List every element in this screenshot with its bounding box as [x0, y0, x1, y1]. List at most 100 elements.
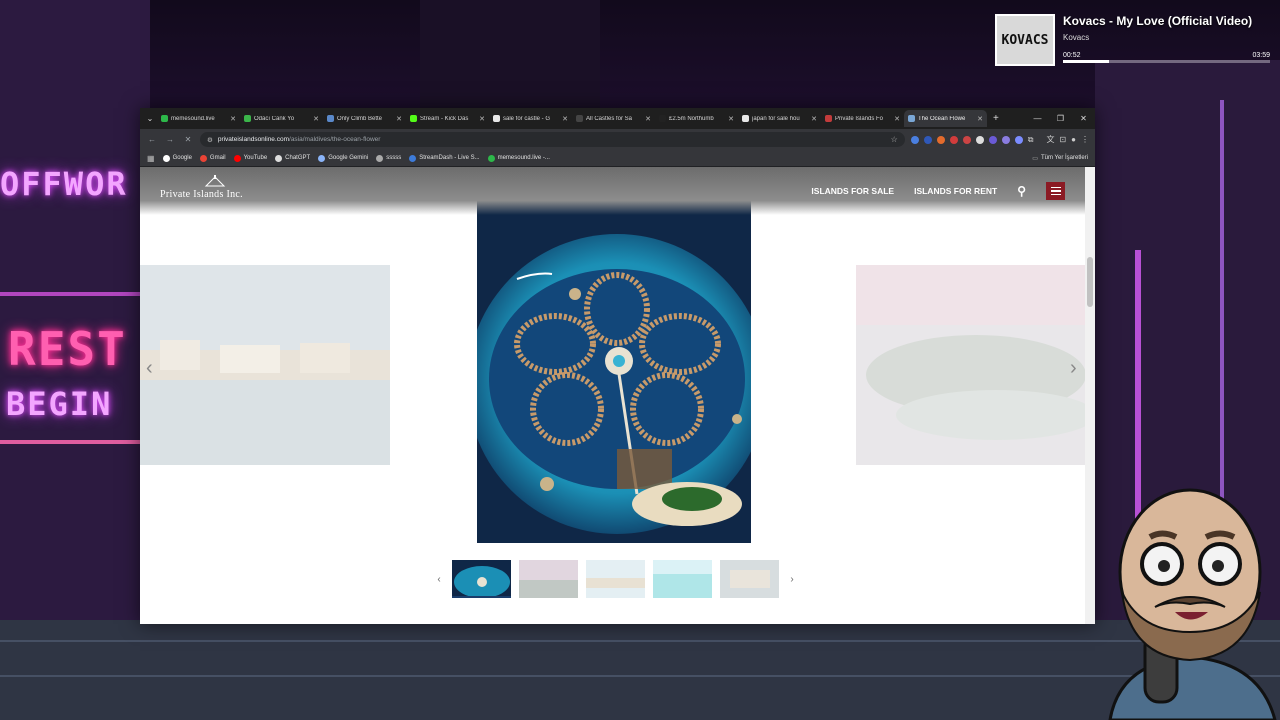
browser-tab[interactable]: sale for castle - G ✕ [489, 110, 572, 127]
logo-house-icon [204, 174, 226, 186]
extension-icon[interactable] [988, 135, 997, 144]
thumbnail-1[interactable] [452, 560, 511, 598]
tab-close-icon[interactable]: ✕ [230, 115, 236, 123]
tab-label: All Castles for Sa [586, 115, 633, 122]
thumbnail-prev-arrow[interactable]: ‹ [434, 574, 444, 585]
more-menu-icon[interactable]: ⋮ [1081, 135, 1089, 144]
site-info-icon[interactable]: ⚙ [207, 136, 213, 144]
extension-icon[interactable] [975, 135, 984, 144]
thumbnail-image [653, 560, 712, 598]
extension-icon[interactable] [936, 135, 945, 144]
address-bar[interactable]: ⚙ privateislandsonline.com/asia/maldives… [200, 132, 905, 147]
folder-icon: ▭ [1032, 155, 1038, 162]
restore-icon[interactable]: ❐ [1049, 114, 1072, 123]
search-icon[interactable]: ⚲ [1017, 184, 1026, 198]
tab-favicon-icon [659, 115, 666, 122]
profile-icon[interactable]: ● [1071, 135, 1076, 144]
scrollbar-thumb[interactable] [1087, 257, 1093, 307]
extension-icon[interactable] [1014, 135, 1023, 144]
bookmark-item[interactable]: Google [162, 154, 192, 162]
extension-icon[interactable] [962, 135, 971, 144]
extensions-area: ⧉ 文 ⊡ ● ⋮ [910, 134, 1089, 145]
gallery-slide-previous[interactable] [140, 265, 390, 465]
browser-tab[interactable]: Private Islands Fo ✕ [821, 110, 904, 127]
gallery-next-arrow[interactable]: › [1070, 357, 1077, 380]
song-progress-bar [1063, 60, 1270, 63]
new-tab-button[interactable]: + [987, 113, 1005, 124]
tab-close-icon[interactable]: ✕ [728, 115, 734, 123]
minimize-icon[interactable]: — [1026, 114, 1049, 123]
browser-tab[interactable]: £2.5m Northumb ✕ [655, 110, 738, 127]
bookmark-item[interactable]: sssss [376, 154, 401, 162]
back-icon[interactable]: ← [146, 135, 158, 144]
tab-search-button[interactable]: ⌄ [143, 112, 157, 126]
thumbnail-5[interactable] [720, 560, 779, 598]
now-playing-widget: KOVACS Kovacs - My Love (Official Video)… [995, 14, 1270, 72]
all-bookmarks-folder[interactable]: ▭ Tüm Yer İşaretleri [1032, 155, 1088, 162]
album-art: KOVACS [995, 14, 1055, 66]
close-window-icon[interactable]: ✕ [1072, 114, 1095, 123]
browser-tab[interactable]: Stream - Kick Das ✕ [406, 110, 489, 127]
browser-tab[interactable]: The Ocean Flowe ✕ [904, 110, 987, 127]
translate-icon[interactable]: 文 [1046, 134, 1054, 145]
all-bookmarks-label: Tüm Yer İşaretleri [1040, 155, 1088, 161]
tab-close-icon[interactable]: ✕ [894, 115, 900, 123]
site-logo[interactable]: Private Islands Inc. [160, 174, 243, 200]
floor-line [0, 640, 1280, 642]
thumbnail-image [586, 560, 645, 598]
bookmark-star-icon[interactable]: ☆ [891, 135, 898, 144]
nav-islands-for-sale[interactable]: ISLANDS FOR SALE [811, 186, 894, 196]
tab-close-icon[interactable]: ✕ [479, 115, 485, 123]
gallery-slide-current[interactable] [477, 194, 751, 543]
forward-icon[interactable]: → [164, 135, 176, 144]
building-top [420, 0, 600, 108]
extension-icon[interactable] [923, 135, 932, 144]
bookmark-label: memesound.live -... [497, 155, 550, 161]
thumbnail-2[interactable] [519, 560, 578, 598]
tab-close-icon[interactable]: ✕ [811, 115, 817, 123]
bookmark-item[interactable]: Google Gemini [318, 154, 368, 162]
extension-icon[interactable] [910, 135, 919, 144]
bookmark-item[interactable]: Gmail [199, 154, 226, 162]
bookmark-favicon-icon [409, 154, 417, 162]
thumbnail-4[interactable] [653, 560, 712, 598]
tab-close-icon[interactable]: ✕ [396, 115, 402, 123]
tab-favicon-icon [493, 115, 500, 122]
hamburger-menu-button[interactable] [1046, 182, 1065, 200]
bookmark-item[interactable]: memesound.live -... [487, 154, 550, 162]
page-scrollbar[interactable] [1085, 167, 1095, 624]
browser-tab[interactable]: japan for sale hou ✕ [738, 110, 821, 127]
bookmark-label: YouTube [243, 155, 268, 161]
bookmark-favicon-icon [376, 154, 384, 162]
extensions-puzzle-icon[interactable]: ⧉ [1028, 135, 1034, 145]
thumbnail-3[interactable] [586, 560, 645, 598]
url-path: /asia/maldives/the-ocean-flower [289, 136, 381, 143]
song-title: Kovacs - My Love (Official Video) [1063, 14, 1253, 28]
thumbnail-next-arrow[interactable]: › [787, 574, 797, 585]
neon-stripe [0, 440, 140, 444]
browser-tab[interactable]: Only Climb Bette ✕ [323, 110, 406, 127]
bookmark-item[interactable]: StreamDash - Live S... [409, 154, 480, 162]
tab-close-icon[interactable]: ✕ [313, 115, 319, 123]
browser-tab[interactable]: All Castles for Sa ✕ [572, 110, 655, 127]
nav-islands-for-rent[interactable]: ISLANDS FOR RENT [914, 186, 997, 196]
apps-grid-icon[interactable]: ▦ [147, 154, 155, 163]
stop-loading-icon[interactable]: ✕ [182, 135, 194, 144]
tab-close-icon[interactable]: ✕ [977, 115, 983, 123]
tab-label: Odacı Cank Yo [254, 115, 295, 122]
page-viewport: Private Islands Inc. ISLANDS FOR SALE IS… [140, 167, 1095, 624]
bookmark-item[interactable]: ChatGPT [275, 154, 310, 162]
tab-close-icon[interactable]: ✕ [562, 115, 568, 123]
bookmark-favicon-icon [162, 154, 170, 162]
tab-label: memesound.live [171, 115, 215, 122]
gallery-prev-arrow[interactable]: ‹ [146, 357, 153, 380]
tab-close-icon[interactable]: ✕ [645, 115, 651, 123]
extension-icon[interactable] [1001, 135, 1010, 144]
browser-tab[interactable]: Odacı Cank Yo ✕ [240, 110, 323, 127]
cast-icon[interactable]: ⊡ [1059, 135, 1066, 144]
bookmark-item[interactable]: YouTube [233, 154, 268, 162]
browser-tab[interactable]: memesound.live ✕ [157, 110, 240, 127]
neon-sign-top: OFFWOR [0, 165, 128, 203]
extension-icon[interactable] [949, 135, 958, 144]
gallery-slide-next[interactable] [856, 265, 1089, 465]
